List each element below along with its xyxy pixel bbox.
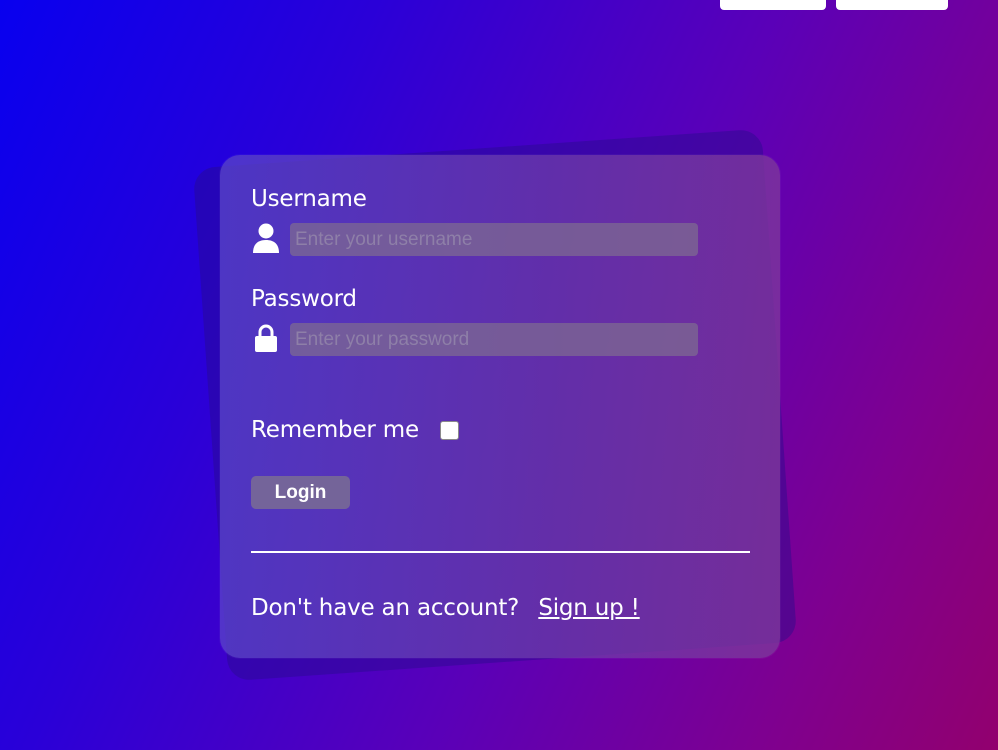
username-label: Username	[251, 186, 367, 212]
remember-me-checkbox[interactable]	[440, 421, 459, 440]
divider	[251, 551, 750, 553]
user-icon	[251, 221, 281, 255]
signup-link[interactable]: Sign up !	[538, 595, 640, 621]
login-card: Username Password Remember me Login Don'…	[220, 155, 780, 658]
top-nav-button-2[interactable]	[836, 0, 948, 10]
password-input[interactable]	[290, 323, 698, 356]
password-label: Password	[251, 286, 357, 312]
remember-me-label: Remember me	[251, 417, 419, 443]
lock-icon	[251, 321, 281, 355]
signup-row: Don't have an account? Sign up !	[251, 595, 640, 621]
username-input[interactable]	[290, 223, 698, 256]
top-nav-button-1[interactable]	[720, 0, 826, 10]
signup-prompt: Don't have an account?	[251, 595, 520, 621]
login-button[interactable]: Login	[251, 476, 350, 509]
